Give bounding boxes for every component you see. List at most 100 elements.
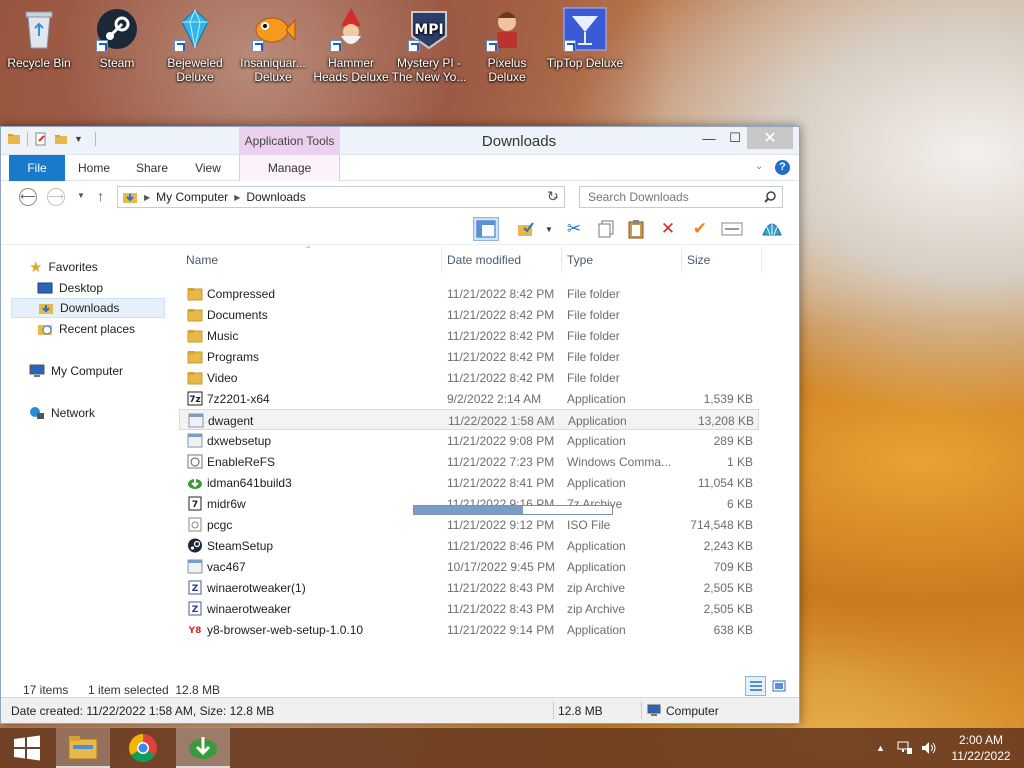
file-row[interactable]: Documents 11/21/2022 8:42 PM File folder xyxy=(179,304,759,325)
nav-favorites[interactable]: ★ Favorites xyxy=(29,257,98,277)
properties-button[interactable] xyxy=(719,217,745,241)
explorer-window: ▼ Application Tools Downloads — ☐ ✕ File… xyxy=(0,126,800,724)
file-date: 11/21/2022 8:43 PM xyxy=(447,581,555,595)
view-options-button[interactable] xyxy=(513,217,539,241)
file-row[interactable]: 7z 7z2201-x64 9/2/2022 2:14 AM Application 1… xyxy=(179,388,759,409)
file-row[interactable]: Video 11/21/2022 8:42 PM File folder xyxy=(179,367,759,388)
nav-my-computer[interactable]: My Computer xyxy=(29,361,123,381)
customize-chevron-icon[interactable]: ▼ xyxy=(74,134,83,144)
desktop-icon-bejeweled[interactable]: Bejeweled Deluxe xyxy=(156,6,234,84)
taskbar-chrome[interactable] xyxy=(116,728,170,768)
large-icons-view-button[interactable] xyxy=(769,676,789,696)
file-type: Application xyxy=(567,392,626,406)
file-date: 11/21/2022 8:41 PM xyxy=(447,476,555,490)
file-name: y8-browser-web-setup-1.0.10 xyxy=(207,623,364,637)
navigation-pane: ★ Favorites Desktop Downloads Recent pla… xyxy=(1,247,173,667)
file-row[interactable]: Compressed 11/21/2022 8:42 PM File folder xyxy=(179,283,759,304)
svg-text:Z: Z xyxy=(192,605,199,615)
column-header-date[interactable]: Date modified xyxy=(447,253,521,267)
nav-recent-places[interactable]: Recent places xyxy=(37,319,135,339)
breadcrumb-separator-icon: ▶ xyxy=(234,192,241,202)
column-divider[interactable] xyxy=(441,247,442,273)
column-header-size[interactable]: Size xyxy=(687,253,710,267)
column-divider[interactable] xyxy=(761,247,762,273)
up-button[interactable]: ↑ xyxy=(97,188,104,204)
cut-button[interactable]: ✂ xyxy=(561,217,587,241)
file-row[interactable]: Zwinaerotweaker 11/21/2022 8:43 PM zip Arc… xyxy=(179,598,759,619)
rename-button[interactable]: ✔ xyxy=(687,217,713,241)
file-row[interactable]: Programs 11/21/2022 8:42 PM File folder xyxy=(179,346,759,367)
computer-icon xyxy=(29,364,45,377)
file-date: 11/21/2022 8:43 PM xyxy=(447,602,555,616)
volume-icon[interactable] xyxy=(921,741,937,755)
show-hidden-icons-chevron-icon[interactable]: ▲ xyxy=(876,743,885,753)
tab-manage[interactable]: Manage xyxy=(239,155,340,181)
forward-button[interactable]: ⟶ xyxy=(47,188,65,206)
column-header-type[interactable]: Type xyxy=(567,253,593,267)
idm-icon xyxy=(189,737,217,759)
taskbar-idm[interactable] xyxy=(176,728,230,768)
file-date: 11/21/2022 8:46 PM xyxy=(447,539,555,553)
file-row[interactable]: Music 11/21/2022 8:42 PM File folder xyxy=(179,325,759,346)
delete-button[interactable]: ✕ xyxy=(655,217,681,241)
refresh-icon[interactable]: ↻ xyxy=(547,188,559,205)
file-name: Compressed xyxy=(207,287,276,301)
tab-home[interactable]: Home xyxy=(71,155,117,181)
network-status-icon[interactable] xyxy=(897,741,913,755)
column-divider[interactable] xyxy=(561,247,562,273)
clock[interactable]: 2:00 AM 11/22/2022 xyxy=(946,732,1016,764)
paste-button[interactable] xyxy=(623,217,649,241)
help-icon[interactable]: ? xyxy=(775,160,790,175)
taskbar-file-explorer[interactable] xyxy=(56,728,110,768)
file-row[interactable]: EnableReFS 11/21/2022 7:23 PM Windows Comm… xyxy=(179,451,759,472)
file-row[interactable]: vac467 10/17/2022 9:45 PM Application 709 K… xyxy=(179,556,759,577)
start-button[interactable] xyxy=(0,728,54,768)
close-button[interactable]: ✕ xyxy=(747,127,793,149)
file-row[interactable]: dwagent 11/22/2022 1:58 AM Application 13,2… xyxy=(179,409,759,430)
tab-view[interactable]: View xyxy=(185,155,231,181)
file-row[interactable]: pcgc 11/21/2022 9:12 PM ISO File 714,548 KB xyxy=(179,514,759,535)
desktop-icon-tiptop[interactable]: TipTop Deluxe xyxy=(546,6,624,70)
nav-desktop[interactable]: Desktop xyxy=(37,278,103,298)
view-options-chevron-icon[interactable]: ▼ xyxy=(545,225,553,234)
file-row[interactable]: Y8 y8-browser-web-setup-1.0.10 11/21/2022 … xyxy=(179,619,759,640)
breadcrumb-my-computer[interactable]: My Computer xyxy=(156,190,228,204)
recent-locations-chevron-icon[interactable]: ▼ xyxy=(77,191,85,200)
search-input[interactable]: Search Downloads xyxy=(579,186,783,208)
folder-icon[interactable] xyxy=(7,132,21,146)
back-button[interactable]: ⟵ xyxy=(19,188,37,206)
file-row[interactable]: SteamSetup 11/21/2022 8:46 PM Application 2… xyxy=(179,535,759,556)
properties-icon[interactable] xyxy=(34,132,48,146)
file-row[interactable]: idman641build3 11/21/2022 8:41 PM Applicat… xyxy=(179,472,759,493)
file-row[interactable]: Zwinaerotweaker(1) 11/21/2022 8:43 PM zip … xyxy=(179,577,759,598)
desktop-icon-pixelus[interactable]: Pixelus Deluxe xyxy=(468,6,546,84)
expand-ribbon-chevron-icon[interactable]: ⌄ xyxy=(755,161,763,172)
column-divider[interactable] xyxy=(681,247,682,273)
desktop-icon-insaniquarium[interactable]: Insaniquar... Deluxe xyxy=(234,6,312,84)
desktop-icon-mystery-pi[interactable]: MPI Mystery PI - The New Yo... xyxy=(390,6,468,84)
column-header-name[interactable]: Name xyxy=(186,253,218,267)
maximize-button[interactable]: ☐ xyxy=(721,127,749,149)
nav-downloads[interactable]: Downloads xyxy=(11,298,165,318)
minimize-button[interactable]: — xyxy=(695,127,723,149)
tab-file[interactable]: File xyxy=(9,155,65,181)
details-location: Computer xyxy=(666,704,719,718)
address-bar[interactable]: ▶ My Computer ▶ Downloads ⌄ xyxy=(117,186,565,208)
nav-network[interactable]: Network xyxy=(29,403,95,423)
new-folder-icon[interactable] xyxy=(54,132,68,146)
preview-pane-button[interactable] xyxy=(473,217,499,241)
breadcrumb-downloads[interactable]: Downloads xyxy=(246,190,305,204)
title-bar[interactable]: ▼ Application Tools Downloads — ☐ ✕ xyxy=(1,127,799,155)
copy-button[interactable] xyxy=(593,217,619,241)
desktop-icon-hammer-heads[interactable]: Hammer Heads Deluxe xyxy=(312,6,390,84)
shell-button[interactable] xyxy=(759,217,785,241)
desktop-icon-steam[interactable]: Steam xyxy=(78,6,156,70)
desktop-icon-recycle-bin[interactable]: Recycle Bin xyxy=(0,6,78,70)
tab-share[interactable]: Share xyxy=(129,155,175,181)
file-row[interactable]: dxwebsetup 11/21/2022 9:08 PM Application 2… xyxy=(179,430,759,451)
file-date: 11/21/2022 8:42 PM xyxy=(447,287,555,301)
details-view-button[interactable] xyxy=(745,676,766,696)
file-date: 11/21/2022 9:14 PM xyxy=(447,623,555,637)
quick-access-toolbar: ▼ xyxy=(7,132,96,146)
folder-view-icon xyxy=(518,222,534,236)
